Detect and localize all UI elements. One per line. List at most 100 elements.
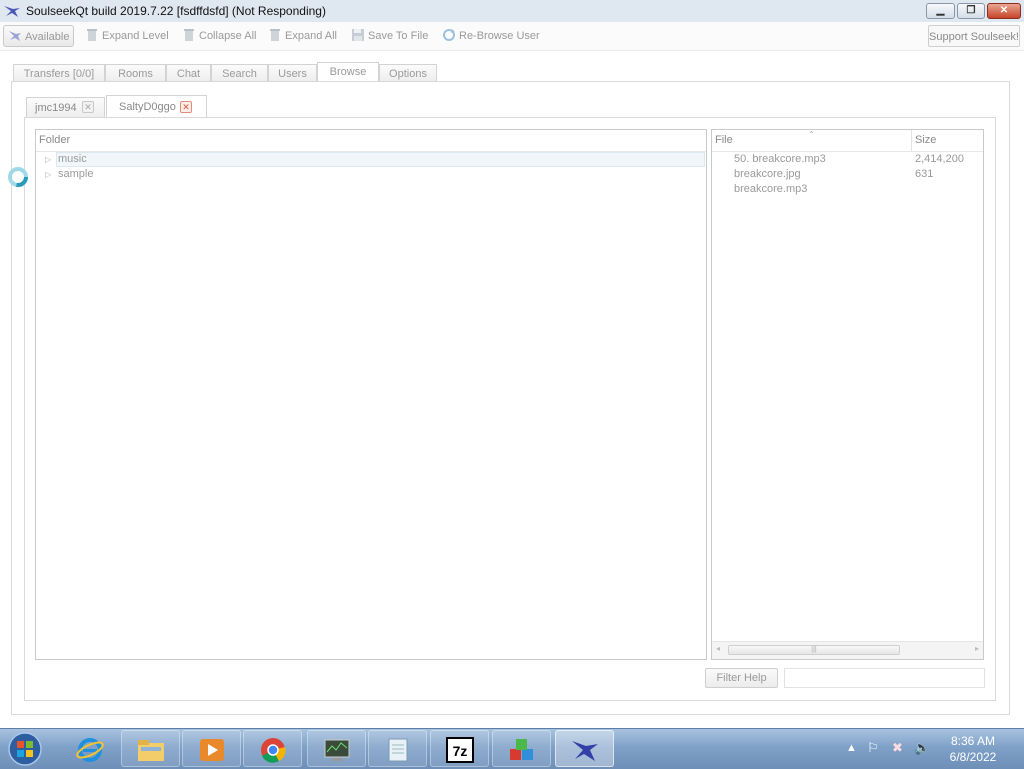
taskbar-system-monitor[interactable] <box>307 730 366 767</box>
title-bar[interactable]: SoulseekQt build 2019.7.22 [fsdffdsfd] (… <box>0 0 1024 22</box>
minimize-icon: ▁ <box>936 5 945 16</box>
7zip-icon: 7z <box>446 737 474 763</box>
taskbar-notepad[interactable] <box>368 730 427 767</box>
selection-highlight <box>56 152 705 167</box>
taskbar: 7z ▲ ⚐ ✖ 🔈 8:36 AM 6/8/2022 <box>0 728 1024 769</box>
expand-arrow-icon[interactable]: ▷ <box>45 152 51 167</box>
size-column-header[interactable]: Size <box>915 130 936 151</box>
windows-start-button[interactable] <box>4 731 46 767</box>
trash-can-icon <box>87 29 97 42</box>
tab-transfers[interactable]: Transfers [0/0] <box>13 64 105 82</box>
media-player-icon <box>200 739 224 761</box>
taskbar-chrome[interactable] <box>243 730 302 767</box>
file-list-header: ⌃ File Size <box>712 130 983 152</box>
available-label: Available <box>25 31 70 43</box>
toolbar: Available Expand Level Collapse All Expa… <box>0 22 1024 51</box>
file-name: breakcore.mp3 <box>734 183 808 195</box>
scroll-thumb[interactable]: ||| <box>728 645 900 655</box>
close-icon: ✕ <box>999 5 1009 16</box>
show-hidden-icons-icon[interactable]: ▲ <box>846 742 857 754</box>
taskbar-7zip[interactable]: 7z <box>430 730 489 767</box>
close-button[interactable]: ✕ <box>987 3 1021 19</box>
file-row[interactable]: 50. breakcore.mp3 2,414,200 <box>712 152 983 167</box>
file-list[interactable]: ⌃ File Size 50. breakcore.mp3 2,414,200 … <box>711 129 984 660</box>
clock-date: 6/8/2022 <box>949 750 997 764</box>
folder-icon <box>138 740 164 761</box>
file-size: 2,414,200 <box>915 153 964 165</box>
file-name: 50. breakcore.mp3 <box>734 153 826 165</box>
available-status-button[interactable]: Available <box>3 25 74 47</box>
tree-item-label: sample <box>58 168 94 180</box>
filter-input[interactable] <box>784 668 985 688</box>
close-tab-icon[interactable]: ✕ <box>180 101 192 113</box>
tree-item-music[interactable]: ▷ music <box>36 152 706 167</box>
folder-tree[interactable]: Folder ▷ music ▷ sample <box>35 129 707 660</box>
taskbar-internet-explorer[interactable] <box>60 730 119 767</box>
sort-ascending-icon: ⌃ <box>808 130 815 139</box>
busy-cursor-icon <box>8 167 28 187</box>
expand-level-label: Expand Level <box>102 30 169 42</box>
floppy-disk-icon <box>352 29 364 42</box>
taskbar-media-player[interactable] <box>182 730 241 767</box>
expand-all-label: Expand All <box>285 30 337 42</box>
user-tab-saltyd0ggo[interactable]: SaltyD0ggo ✕ <box>106 95 207 118</box>
minimize-button[interactable]: ▁ <box>926 3 955 19</box>
scroll-right-icon[interactable]: ▸ <box>975 644 979 653</box>
file-row[interactable]: breakcore.mp3 <box>712 182 983 197</box>
refresh-icon <box>443 29 455 42</box>
close-tab-icon[interactable]: ✕ <box>82 101 94 113</box>
scroll-left-icon[interactable]: ◂ <box>716 644 720 653</box>
clock-time: 8:36 AM <box>950 734 996 748</box>
tab-options[interactable]: Options <box>379 64 437 82</box>
trash-can-icon <box>270 29 280 42</box>
tab-rooms[interactable]: Rooms <box>105 64 166 82</box>
tree-item-sample[interactable]: ▷ sample <box>36 167 706 182</box>
trash-can-icon <box>184 29 194 42</box>
window-title: SoulseekQt build 2019.7.22 [fsdffdsfd] (… <box>26 4 326 18</box>
chrome-icon <box>261 738 286 763</box>
monitor-icon <box>324 739 350 761</box>
expand-all-button[interactable]: Expand All <box>268 25 337 47</box>
rebrowse-user-button[interactable]: Re-Browse User <box>442 25 540 47</box>
horizontal-scrollbar[interactable]: ◂ ||| ▸ <box>712 641 983 659</box>
soulseek-bird-icon <box>572 741 598 761</box>
blocks-icon <box>510 739 533 760</box>
taskbar-file-explorer[interactable] <box>121 730 180 767</box>
maximize-button[interactable]: ❐ <box>957 3 985 19</box>
filter-help-button[interactable]: Filter Help <box>705 668 778 688</box>
tree-item-label: music <box>58 153 87 165</box>
folder-column-header[interactable]: Folder <box>36 130 706 152</box>
user-tab-label: jmc1994 <box>35 102 77 114</box>
file-row[interactable]: breakcore.jpg 631 <box>712 167 983 182</box>
file-size: 631 <box>915 168 934 180</box>
expand-level-button[interactable]: Expand Level <box>85 25 169 47</box>
taskbar-soulseek[interactable] <box>555 730 614 767</box>
support-soulseek-button[interactable]: Support Soulseek! <box>928 25 1020 47</box>
column-divider[interactable] <box>911 130 912 151</box>
taskbar-blocks-app[interactable] <box>492 730 551 767</box>
network-error-icon[interactable]: ✖ <box>892 740 903 756</box>
soulseek-bird-icon <box>4 6 20 17</box>
tab-search[interactable]: Search <box>211 64 268 82</box>
internet-explorer-icon <box>76 738 104 762</box>
volume-icon[interactable]: 🔈 <box>914 740 930 756</box>
action-center-flag-icon[interactable]: ⚐ <box>867 740 879 756</box>
collapse-all-button[interactable]: Collapse All <box>182 25 256 47</box>
restore-icon: ❐ <box>966 5 976 16</box>
rebrowse-user-label: Re-Browse User <box>459 30 540 42</box>
collapse-all-label: Collapse All <box>199 30 257 42</box>
system-clock[interactable]: 8:36 AM 6/8/2022 <box>940 733 1006 765</box>
tab-users[interactable]: Users <box>268 64 317 82</box>
soulseek-bird-icon <box>9 31 21 42</box>
notepad-icon <box>388 738 408 762</box>
save-to-file-label: Save To File <box>368 30 429 42</box>
tab-chat[interactable]: Chat <box>166 64 211 82</box>
user-tab-jmc1994[interactable]: jmc1994 ✕ <box>26 97 105 117</box>
save-to-file-button[interactable]: Save To File <box>351 25 428 47</box>
file-name: breakcore.jpg <box>734 168 801 180</box>
file-column-header[interactable]: File <box>715 130 733 151</box>
user-tab-label: SaltyD0ggo <box>119 101 176 113</box>
tab-browse[interactable]: Browse <box>317 62 379 82</box>
svg-text:7z: 7z <box>453 743 468 759</box>
expand-arrow-icon[interactable]: ▷ <box>45 167 51 182</box>
